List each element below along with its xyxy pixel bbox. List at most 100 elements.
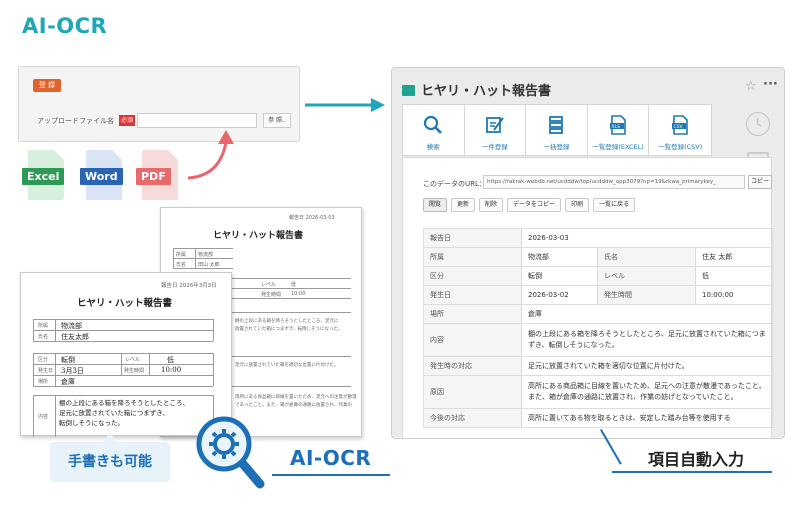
table-row: 今後の対応 高所に置いてある物を取るときは、安定した踏み台等を使用する [423, 408, 773, 428]
bubble-tail [104, 432, 116, 442]
hand-place-value: 倉庫 [61, 378, 75, 386]
hand-content-line: 足元に放置されていた箱につまずき、 [59, 409, 169, 417]
field-label: 区分 [423, 266, 522, 286]
csv-file-icon: CSV [672, 115, 688, 135]
table-row: 区分 転倒 レベル 低 [423, 266, 773, 286]
tool-csv-register[interactable]: CSV 一覧登録(CSV) [649, 105, 711, 155]
hand-date-label: 発生日 [38, 368, 54, 374]
delete-button[interactable]: 削除 [479, 198, 504, 212]
field-label: 今後の対応 [423, 408, 522, 428]
back-to-list-button[interactable]: 一覧に戻る [593, 198, 636, 212]
tool-label: 一件登録 [481, 143, 508, 151]
table-row: 原因 高所にある商品箱に目線を置いたため、足元への注意が散漫であったこと。また、… [423, 375, 773, 409]
hand-report-date: 報告日 2026年3月3日 [161, 283, 217, 289]
typed-row-value: 低 [291, 282, 297, 288]
browse-button[interactable]: 参 照.. [263, 113, 291, 128]
table-icon [402, 85, 415, 96]
ai-ocr-underline [272, 474, 390, 476]
typed-body-line: 両所にある商品箱に目線を置いたため、足元への注意が散漫 [235, 395, 357, 400]
history-icon[interactable] [746, 112, 770, 136]
typed-body-line: 放置されていた箱につまずき、転倒しそうになった。 [235, 327, 343, 332]
field-label: 原因 [423, 375, 522, 409]
tool-label: 一括登録 [543, 143, 570, 151]
copy-data-button[interactable]: データをコピー [507, 198, 562, 212]
hand-name-value: 住友太郎 [61, 333, 89, 341]
toolbar: 検索 一件登録 一括登録 XLS 一覧登録(EXCEL) CSV 一覧登録(CS… [402, 104, 712, 156]
tool-single-register[interactable]: 一件登録 [465, 105, 527, 155]
handwriting-badge: 手書きも可能 [50, 442, 170, 482]
typed-body-line: 足元に放置されていた箱を適切な位置に片付けた。 [235, 363, 339, 368]
field-label: 発生日 [423, 285, 522, 305]
hand-name-label: 氏名 [38, 334, 49, 340]
star-icon[interactable]: ☆ [745, 79, 757, 94]
copy-url-button[interactable]: コピー [748, 175, 772, 189]
excel-file-icon: Excel [22, 150, 65, 202]
print-button[interactable]: 印刷 [565, 198, 590, 212]
table-row: 報告日 2026-03-03 [423, 228, 773, 248]
typed-row-label: レベル [261, 282, 277, 288]
hand-time-label: 発生時間 [124, 368, 145, 374]
field-value: 低 [695, 266, 773, 286]
typed-row-value: 10:00 [291, 291, 306, 297]
tool-label: 一覧登録(CSV) [658, 143, 703, 151]
hand-content-line: 棚の上段にある箱を降ろそうとしたところ、 [59, 399, 189, 407]
upload-curve-arrow-icon [187, 130, 234, 180]
typed-report-title: ヒヤリ・ハット報告書 [213, 231, 304, 241]
register-button[interactable]: 登 録 [33, 79, 61, 92]
excel-label: Excel [22, 168, 65, 185]
typed-row-label: 所属 [176, 252, 187, 258]
app-title: ヒヤリ・ハット報告書 [421, 84, 552, 99]
required-badge: 必須 [119, 115, 136, 126]
hand-category-value: 転倒 [61, 356, 75, 364]
field-label: 所属 [423, 247, 522, 267]
more-icon[interactable]: ··· [763, 77, 778, 92]
typed-body-line: 棚の上段にある箱を降ろそうとしたところ、足元に [235, 319, 339, 324]
auto-input-label: 項目自動入力 [648, 450, 745, 469]
field-value: 物流部 [521, 247, 598, 267]
hand-level-value: 低 [167, 356, 174, 364]
table-row: 発生時の対応 足元に放置されていた箱を適切な位置に片付けた。 [423, 356, 773, 376]
typed-report-date: 報告日 2026-03-03 [289, 215, 335, 221]
field-value: 2026-03-02 [521, 285, 598, 305]
typed-body-line: であったこと。また、箱が倉庫の通路に放置され、作業の [235, 403, 352, 408]
field-value: 高所にある商品箱に目線を置いたため、足元への注意が散漫であったこと。また、箱が倉… [521, 375, 773, 409]
hand-affiliation-label: 所属 [38, 323, 49, 329]
field-value: 高所に置いてある物を取るときは、安定した踏み台等を使用する [521, 408, 773, 428]
field-value: 転倒 [521, 266, 598, 286]
field-value: 棚の上段にある箱を降ろそうとしたところ、足元に放置されていた箱につまずき、転倒し… [521, 323, 773, 357]
svg-text:XLS: XLS [612, 124, 621, 130]
table-row: 発生日 2026-03-02 発生時間 10:00:00 [423, 285, 773, 305]
hand-report-title: ヒヤリ・ハット報告書 [77, 298, 173, 309]
field-label: 報告日 [423, 228, 522, 248]
field-value: 10:00:00 [695, 285, 773, 305]
typed-row-value: 物流部 [198, 252, 214, 258]
hand-time-value: 10:00 [161, 366, 182, 374]
edit-icon [485, 117, 504, 133]
hand-date-value: 3月3日 [61, 367, 84, 375]
hand-level-label: レベル [125, 357, 141, 363]
typed-row-label: 氏名 [176, 262, 187, 268]
field-value: 足元に放置されていた箱を適切な位置に片付けた。 [521, 356, 773, 376]
hand-content-line: 転倒しそうになった。 [59, 419, 124, 427]
view-button[interactable]: 閲覧 [423, 198, 448, 212]
tool-search[interactable]: 検索 [403, 105, 465, 155]
tool-excel-register[interactable]: XLS 一覧登録(EXCEL) [588, 105, 650, 155]
pdf-label: PDF [136, 168, 171, 185]
svg-text:CSV: CSV [674, 124, 684, 130]
url-field[interactable]: https://rakrak-webdb.net/ucdddw/top/ucdd… [483, 175, 745, 189]
field-value: 2026-03-03 [521, 228, 773, 248]
typed-row-value: 田山 太郎 [198, 262, 220, 268]
tool-bulk-register[interactable]: 一括登録 [526, 105, 588, 155]
tool-label: 検索 [426, 143, 440, 151]
field-label: 内容 [423, 323, 522, 357]
table-row: 場所 倉庫 [423, 304, 773, 324]
update-button[interactable]: 更新 [451, 198, 476, 212]
hand-content-label: 内容 [38, 414, 49, 420]
pdf-file-icon: PDF [136, 150, 178, 202]
field-label: レベル [597, 266, 696, 286]
record-table: 報告日 2026-03-03 所属 物流部 氏名 住友 太郎 区分 転倒 レベル… [423, 228, 773, 428]
ai-ocr-magnifier-icon [196, 416, 265, 489]
table-row: 内容 棚の上段にある箱を降ろそうとしたところ、足元に放置されていた箱につまずき、… [423, 323, 773, 357]
upload-panel: 登 録 アップロードファイル名 必須 参 照.. [18, 66, 300, 142]
search-icon [424, 115, 443, 134]
